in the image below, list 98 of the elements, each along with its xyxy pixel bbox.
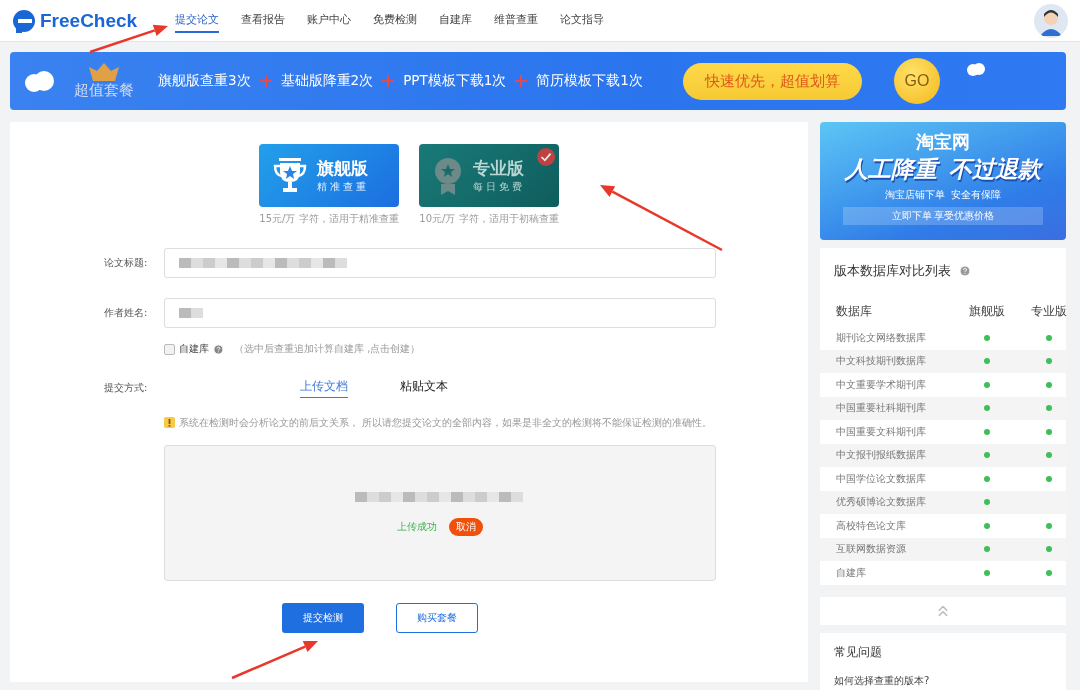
ad-banner[interactable]: 淘宝网 人工降重 不过退款 淘宝店铺下单 安全有保障 立即下单 享受优惠价格	[820, 122, 1066, 240]
author-input[interactable]	[164, 298, 716, 328]
title-input[interactable]	[164, 248, 716, 278]
hint-text: （选中后查重追加计算自建库 ,点击创建）	[234, 342, 421, 356]
version-name: 专业版	[473, 157, 525, 180]
table-cell-text: 中国重要文科期刊库	[836, 424, 927, 439]
included-dot	[1046, 358, 1052, 365]
banner-item: 基础版降重2次	[280, 72, 374, 90]
crown-icon	[89, 62, 119, 81]
field-label: 作者姓名:	[104, 306, 149, 320]
version-card[interactable]: 旗舰版 精准查重	[259, 144, 399, 207]
included-dot	[984, 522, 990, 529]
ad-subtitle: 淘宝店铺下单 安全有保障	[884, 188, 1002, 202]
nav-tab[interactable]: 提交论文	[175, 8, 219, 33]
logo-text: FreeCheck	[40, 9, 138, 32]
version-name: 旗舰版	[317, 157, 369, 180]
table-cell-text: 优秀硕博论文数据库	[836, 495, 927, 510]
included-dot	[1046, 522, 1052, 529]
table-cell-text: 中文重要学术期刊库	[836, 377, 927, 392]
version-card[interactable]: 专业版 每日免费	[419, 144, 559, 207]
field-label: 论文标题:	[104, 256, 149, 270]
included-dot	[984, 475, 990, 482]
plus-icon	[259, 75, 272, 87]
card-title: 版本数据库对比列表	[834, 262, 951, 280]
cancel-button[interactable]: 取消	[449, 518, 483, 536]
table-cell-text: 中国学位论文数据库	[836, 471, 927, 486]
banner-title: 超值套餐	[74, 80, 134, 100]
nav-tab[interactable]: 论文指导	[560, 8, 604, 33]
banner-item: PPT模板下载1次	[403, 72, 507, 90]
version-tagline: 每日免费	[473, 180, 525, 194]
method-tab[interactable]: 粘贴文本	[400, 378, 448, 398]
promo-banner[interactable]: 超值套餐 旗舰版查重3次 基础版降重2次 PPT模板下载1次 简历模板下载1次 快速优先，超值划算 GO	[10, 52, 1066, 110]
included-dot	[1046, 452, 1052, 459]
checkbox[interactable]	[164, 343, 175, 355]
column-header: 旗舰版	[968, 303, 1006, 319]
nav-tab[interactable]: 自建库	[439, 8, 472, 33]
included-dot	[984, 428, 990, 435]
banner-item: 简历模板下载1次	[536, 72, 643, 90]
table-cell-text: 期刊论文网络数据库	[836, 330, 927, 345]
selected-check-icon	[537, 148, 555, 166]
field-label: 提交方式:	[104, 381, 149, 395]
nav-tab[interactable]: 账户中心	[307, 8, 351, 33]
included-dot	[984, 546, 990, 553]
table-cell-text: 互联网数据资源	[836, 542, 907, 557]
medal-icon	[433, 156, 463, 195]
price-note: 15元/万 字符，适用于精准查重	[259, 212, 399, 226]
trophy-icon	[273, 157, 307, 194]
table-cell-text: 中国重要社科期刊库	[836, 401, 927, 416]
included-dot	[984, 358, 990, 365]
column-header: 数据库	[836, 303, 873, 319]
faq-link[interactable]: 如何选择查重的版本?	[834, 673, 1052, 688]
included-dot	[984, 499, 990, 506]
card-title: 常见问题	[834, 644, 883, 660]
included-dot	[1046, 569, 1052, 576]
submit-button[interactable]: 提交检测	[282, 603, 364, 633]
upload-area[interactable]: 上传成功 取消	[164, 445, 716, 581]
banner-item: 旗舰版查重3次	[158, 72, 251, 90]
warning-icon	[164, 417, 175, 428]
ad-cta-button[interactable]: 立即下单 享受优惠价格	[843, 207, 1043, 225]
ad-brand: 淘宝网	[916, 130, 970, 154]
avatar[interactable]	[1034, 3, 1068, 38]
logo-icon	[12, 8, 36, 33]
included-dot	[1046, 475, 1052, 482]
cloud-icon	[22, 70, 56, 92]
price-note: 10元/万 字符，适用于初稿查重	[419, 212, 559, 226]
included-dot	[1046, 428, 1052, 435]
nav-tab[interactable]: 查看报告	[241, 8, 285, 33]
upload-status: 上传成功	[397, 520, 437, 534]
included-dot	[984, 569, 990, 576]
table-cell-text: 高校特色论文库	[836, 518, 907, 533]
nav-tab[interactable]: 维普查重	[494, 8, 538, 33]
help-icon[interactable]	[959, 265, 971, 277]
table-cell-text: 中文报刊报纸数据库	[836, 448, 927, 463]
included-dot	[1046, 381, 1052, 388]
included-dot	[1046, 334, 1052, 341]
plus-icon	[382, 75, 395, 87]
nav-tab[interactable]: 免费检测	[373, 8, 417, 33]
warning-text: 系统在检测时会分析论文的前后文关系， 所以请您提交论文的全部内容，如果是非全文的检测将不能保证检测的准确性。	[179, 416, 714, 429]
included-dot	[984, 334, 990, 341]
help-icon[interactable]	[213, 343, 224, 355]
included-dot	[1046, 546, 1052, 553]
checkbox-label: 自建库	[179, 342, 209, 356]
table-cell-text: 中文科技期刊数据库	[836, 354, 927, 369]
column-header: 专业版	[1030, 303, 1068, 319]
included-dot	[984, 381, 990, 388]
buy-button[interactable]: 购买套餐	[396, 603, 478, 633]
cloud-icon	[965, 62, 986, 76]
plus-icon	[515, 75, 528, 87]
included-dot	[1046, 405, 1052, 412]
version-tagline: 精准查重	[317, 180, 369, 194]
method-tab[interactable]: 上传文档	[300, 378, 348, 398]
go-button[interactable]: GO	[893, 58, 940, 104]
collapse-button[interactable]	[820, 596, 1066, 625]
promo-pill[interactable]: 快速优先，超值划算	[682, 62, 862, 100]
included-dot	[984, 405, 990, 412]
ad-headline: 不过退款	[949, 155, 1041, 184]
table-cell-text: 自建库	[836, 565, 867, 580]
included-dot	[984, 452, 990, 459]
